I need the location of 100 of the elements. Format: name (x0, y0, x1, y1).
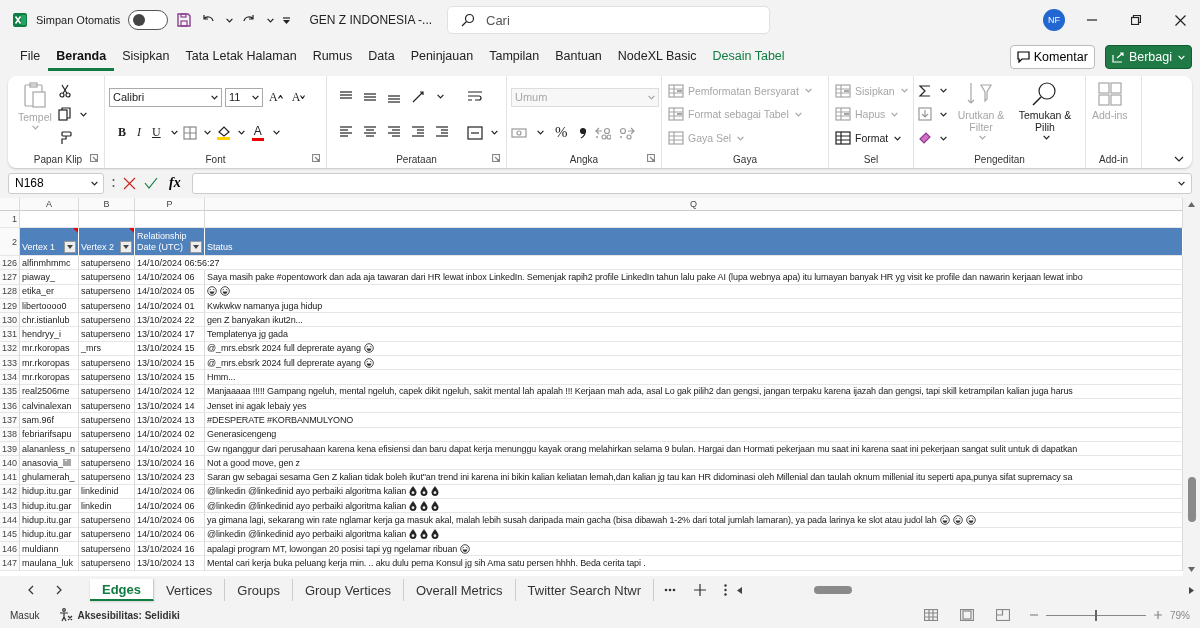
find-select-button[interactable]: Temukan & Pilih (1015, 79, 1075, 150)
scissors-icon[interactable] (57, 83, 72, 98)
ribbon-tab[interactable]: File (12, 43, 49, 71)
more-sheets-icon[interactable] (664, 588, 676, 592)
restore-icon[interactable] (1131, 15, 1141, 25)
font-size-field[interactable]: 11 (225, 87, 263, 107)
scrollbar-thumb[interactable] (814, 586, 852, 594)
copy-icon[interactable] (57, 107, 72, 122)
save-icon[interactable] (176, 12, 193, 28)
normal-view-icon[interactable] (924, 609, 938, 621)
comment-button[interactable]: Komentar (1009, 45, 1095, 69)
more-options-icon[interactable] (724, 584, 727, 596)
scroll-left-icon[interactable] (737, 586, 742, 594)
row-number[interactable]: 1 (0, 211, 20, 228)
comma-style-icon[interactable] (578, 126, 587, 139)
row-number[interactable]: 127 (0, 270, 20, 285)
chevron-down-icon[interactable] (252, 94, 259, 100)
more-options-icon[interactable] (112, 177, 115, 189)
filter-dropdown-button[interactable] (64, 241, 76, 253)
chevron-down-icon[interactable] (79, 112, 87, 117)
chevron-down-icon[interactable] (203, 130, 211, 136)
decrease-indent-icon[interactable] (411, 125, 425, 140)
align-center-icon[interactable] (363, 125, 377, 140)
orientation-icon[interactable] (411, 89, 425, 104)
sheet-tab[interactable]: Group Vertices (292, 579, 404, 601)
column-header[interactable]: B (79, 198, 135, 211)
account-avatar[interactable]: NF (1043, 9, 1065, 31)
close-icon[interactable] (1175, 14, 1186, 26)
chevron-down-icon[interactable] (940, 112, 947, 117)
row-number[interactable]: 126 (0, 256, 20, 271)
search-field[interactable]: Cari (447, 6, 770, 34)
ribbon-tab[interactable]: Tampilan (481, 43, 548, 71)
collapse-ribbon-icon[interactable] (1174, 156, 1184, 162)
chevron-down-icon[interactable] (211, 94, 218, 100)
chevron-down-icon[interactable] (437, 94, 444, 100)
row-number[interactable]: 147 (0, 556, 20, 571)
page-layout-icon[interactable] (960, 609, 974, 621)
chevron-down-icon[interactable] (91, 180, 98, 186)
underline-button[interactable]: U (149, 125, 164, 141)
percent-button[interactable]: % (552, 124, 571, 142)
bold-button[interactable]: B (115, 125, 129, 141)
fill-down-icon[interactable] (918, 107, 932, 122)
scrollbar-thumb[interactable] (1187, 477, 1196, 522)
row-number[interactable]: 134 (0, 370, 20, 385)
row-number[interactable]: 133 (0, 356, 20, 371)
expand-formula-icon[interactable] (1178, 180, 1185, 186)
format-button[interactable]: Format (833, 130, 910, 147)
ribbon-tab[interactable]: Tata Letak Halaman (177, 43, 305, 71)
row-number[interactable]: 143 (0, 499, 20, 514)
chevron-down-icon[interactable] (940, 135, 947, 141)
chevron-down-icon[interactable] (272, 130, 280, 136)
increase-decimal-icon[interactable] (594, 125, 611, 140)
increase-indent-icon[interactable] (435, 125, 449, 140)
row-number[interactable]: 2 (0, 228, 20, 256)
chevron-down-icon[interactable] (894, 135, 902, 141)
sheet-tab[interactable]: Overall Metrics (403, 579, 516, 601)
align-right-icon[interactable] (387, 125, 401, 140)
next-sheet-icon[interactable] (56, 585, 62, 595)
scroll-up-icon[interactable] (1188, 202, 1195, 207)
column-header[interactable]: Q (205, 198, 1183, 211)
row-number[interactable]: 141 (0, 470, 20, 485)
accessibility-status[interactable]: Aksesibilitas: Selidiki (77, 609, 180, 621)
add-sheet-icon[interactable] (694, 584, 706, 596)
name-box[interactable]: N168 (8, 172, 104, 194)
dialog-launcher-icon[interactable] (647, 154, 655, 162)
ribbon-tab[interactable]: Sisipkan (114, 43, 178, 71)
chevron-down-icon[interactable] (170, 130, 178, 136)
chevron-down-icon[interactable] (940, 88, 947, 94)
chevron-down-icon[interactable] (267, 17, 275, 23)
ribbon-tab[interactable]: Beranda (48, 43, 115, 71)
row-number[interactable]: 131 (0, 327, 20, 342)
chevron-down-icon[interactable] (237, 130, 245, 136)
ribbon-tab[interactable]: Peninjauan (402, 43, 482, 71)
autosum-icon[interactable] (918, 83, 932, 98)
column-header[interactable]: A (20, 198, 79, 211)
sheet-tab[interactable]: Groups (225, 579, 293, 601)
font-name-field[interactable]: Calibri (109, 87, 222, 107)
decrease-font-button[interactable]: A (288, 89, 309, 105)
chevron-down-icon[interactable] (1042, 135, 1050, 140)
page-break-icon[interactable] (996, 609, 1010, 621)
ribbon-tab[interactable]: Bantuan (547, 43, 610, 71)
font-color-button[interactable]: A (249, 124, 266, 142)
filter-dropdown-button[interactable] (190, 241, 202, 253)
row-number[interactable]: 137 (0, 413, 20, 428)
chevron-down-icon[interactable] (491, 130, 498, 136)
autosave-toggle[interactable] (128, 10, 169, 30)
sheet-tab[interactable]: Vertices (154, 579, 226, 601)
row-number[interactable]: 140 (0, 456, 20, 471)
filter-dropdown-button[interactable] (120, 241, 132, 253)
spreadsheet-app-icon[interactable] (12, 12, 28, 28)
dialog-launcher-icon[interactable] (312, 154, 320, 162)
scroll-right-icon[interactable] (1189, 586, 1194, 594)
sheet-tab[interactable]: Twitter Search Ntwr (515, 579, 654, 601)
chevron-down-icon[interactable] (226, 17, 234, 23)
align-left-icon[interactable] (339, 125, 353, 140)
dialog-launcher-icon[interactable] (492, 154, 500, 162)
column-header[interactable]: P (135, 198, 205, 211)
customize-toolbar-icon[interactable] (282, 15, 292, 25)
decrease-decimal-icon[interactable] (618, 125, 635, 140)
insert-function-button[interactable]: fx (166, 175, 184, 191)
